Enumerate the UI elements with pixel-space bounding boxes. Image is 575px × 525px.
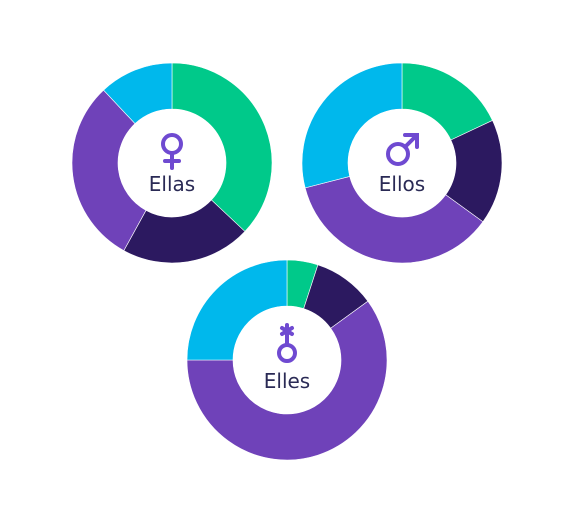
donut-label: Ellas bbox=[149, 172, 195, 196]
donut-chart-ellos: Ellos bbox=[297, 58, 507, 268]
donut-label: Elles bbox=[264, 369, 310, 393]
donut-chart-elles: Elles bbox=[182, 255, 392, 465]
donut-svg-ellos: Ellos bbox=[301, 62, 503, 264]
donut-label: Ellos bbox=[379, 172, 425, 196]
donut-svg-elles: Elles bbox=[186, 259, 388, 461]
donut-svg-ellas: Ellas bbox=[71, 62, 273, 264]
donut-chart-group: Ellas Ellos Elles bbox=[0, 0, 575, 525]
donut-chart-ellas: Ellas bbox=[67, 58, 277, 268]
